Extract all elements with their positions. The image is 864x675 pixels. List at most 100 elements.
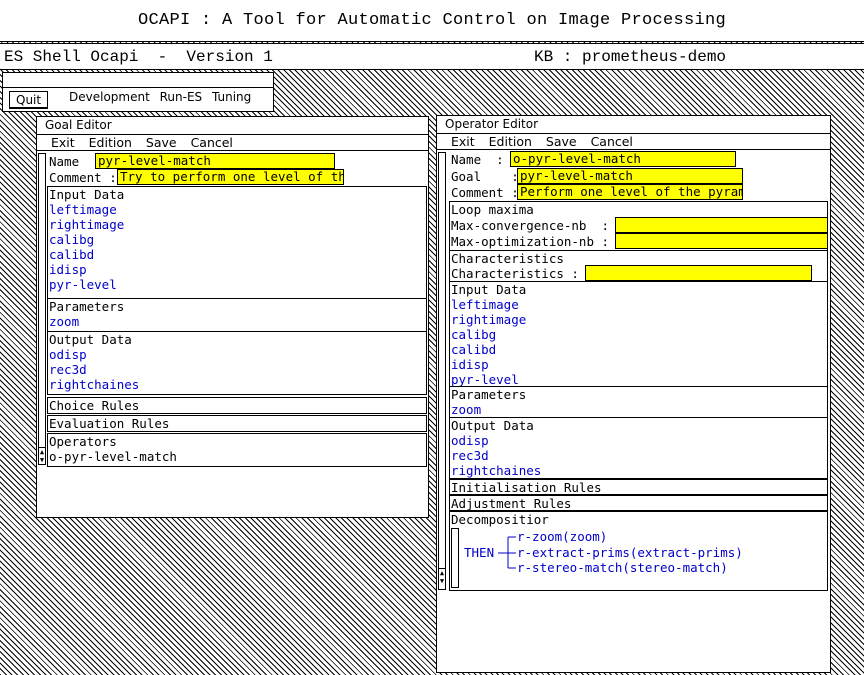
initialisation-rules-section[interactable]: Initialisation Rules <box>449 479 828 495</box>
list-item[interactable]: leftimage <box>48 202 426 217</box>
list-item[interactable]: calibg <box>48 232 426 247</box>
list-item[interactable]: pyr-level <box>450 372 827 387</box>
characteristics-field[interactable] <box>585 265 812 281</box>
list-item[interactable]: rightchaines <box>48 377 426 392</box>
main-menu: Development Run-ES Tuning <box>69 90 257 104</box>
goal-output-data-header: Output Data <box>49 332 132 347</box>
list-item[interactable]: leftimage <box>450 297 827 312</box>
operator-menu-edition[interactable]: Edition <box>489 134 532 149</box>
list-item[interactable]: calibg <box>450 327 827 342</box>
list-item[interactable]: rec3d <box>450 448 827 463</box>
operator-scroll-arrows[interactable]: ▲ ▼ <box>438 568 446 590</box>
list-item[interactable]: odisp <box>48 347 426 362</box>
operator-parameters-section: Parameters zoom <box>449 386 828 418</box>
list-item[interactable]: pyr-level <box>48 277 426 292</box>
goal-editor-menu: Exit Edition Save Cancel <box>37 134 428 151</box>
goal-choice-rules-section[interactable]: Choice Rules <box>47 397 427 414</box>
list-item[interactable]: zoom <box>48 314 426 329</box>
operator-input-data-section: Input Data leftimage rightimage calibg c… <box>449 281 828 387</box>
operator-goal-field[interactable]: pyr-level-match <box>517 168 743 184</box>
list-item[interactable]: rightimage <box>48 217 426 232</box>
goal-name-field[interactable]: pyr-level-match <box>95 153 335 169</box>
max-optimization-field[interactable] <box>615 233 828 249</box>
main-menu-bar: Quit Development Run-ES Tuning <box>2 87 274 112</box>
adjustment-rules-section[interactable]: Adjustment Rules <box>449 495 828 511</box>
operator-name-field[interactable]: o-pyr-level-match <box>510 151 736 167</box>
goal-editor-window: Goal Editor Exit Edition Save Cancel ▲ ▼… <box>36 116 429 518</box>
list-item[interactable]: o-pyr-level-match <box>48 449 426 464</box>
list-item[interactable]: odisp <box>450 433 827 448</box>
characteristics-header: Characteristics <box>451 251 564 266</box>
operator-goal-label: Goal : <box>451 169 519 184</box>
adjustment-rules-header: Adjustment Rules <box>451 496 572 511</box>
goal-input-data-section: Input Data leftimage rightimage calibg c… <box>47 186 427 299</box>
operator-menu-cancel[interactable]: Cancel <box>591 134 633 149</box>
shell-version-label: ES Shell Ocapi - Version 1 <box>4 48 273 66</box>
goal-evaluation-rules-header: Evaluation Rules <box>49 416 170 431</box>
scroll-up-icon[interactable]: ▲ <box>39 448 45 456</box>
goal-operators-header: Operators <box>49 434 117 449</box>
list-item[interactable]: idisp <box>450 357 827 372</box>
list-item[interactable]: calibd <box>48 247 426 262</box>
quit-button[interactable]: Quit <box>9 91 49 109</box>
characteristics-label: Characteristics : <box>451 266 579 281</box>
operator-output-data-header: Output Data <box>451 418 534 433</box>
initialisation-rules-header: Initialisation Rules <box>451 480 602 495</box>
app-title: OCAPI : A Tool for Automatic Control on … <box>137 11 727 30</box>
operator-parameters-header: Parameters <box>451 387 527 402</box>
operator-editor-scrollbar[interactable] <box>438 152 446 590</box>
goal-parameters-section: Parameters zoom <box>47 298 427 332</box>
menu-run-es[interactable]: Run-ES <box>160 90 203 104</box>
menu-development[interactable]: Development <box>69 90 150 104</box>
goal-menu-save[interactable]: Save <box>146 135 177 150</box>
goal-name-label: Name : <box>49 154 102 169</box>
goal-editor-title: Goal Editor <box>45 118 112 132</box>
characteristics-section: Characteristics Characteristics : <box>449 250 828 282</box>
max-convergence-label: Max-convergence-nb : <box>451 218 610 233</box>
message-bar <box>2 72 274 88</box>
max-optimization-label: Max-optimization-nb : <box>451 234 610 249</box>
kb-label: KB : prometheus-demo <box>534 48 727 66</box>
goal-choice-rules-header: Choice Rules <box>49 398 140 413</box>
operator-menu-save[interactable]: Save <box>546 134 577 149</box>
loop-maxima-section: Loop maxima Max-convergence-nb : Max-opt… <box>449 201 828 251</box>
operator-menu-exit[interactable]: Exit <box>451 134 475 149</box>
list-item[interactable]: calibd <box>450 342 827 357</box>
operator-name-label: Name : <box>451 152 504 167</box>
decomposition-branch[interactable]: r-zoom(zoom) <box>517 529 607 544</box>
list-item[interactable]: rightchaines <box>450 463 827 478</box>
menu-tuning[interactable]: Tuning <box>212 90 251 104</box>
list-item[interactable]: rightimage <box>450 312 827 327</box>
loop-maxima-header: Loop maxima <box>451 202 534 217</box>
scroll-down-icon[interactable]: ▼ <box>439 577 445 585</box>
goal-evaluation-rules-section[interactable]: Evaluation Rules <box>47 415 427 432</box>
operator-input-data-header: Input Data <box>451 282 527 297</box>
list-item[interactable]: zoom <box>450 402 827 417</box>
goal-menu-exit[interactable]: Exit <box>51 135 75 150</box>
operator-comment-field[interactable]: Perform one level of the pyram <box>517 184 743 200</box>
goal-menu-edition[interactable]: Edition <box>89 135 132 150</box>
list-item[interactable]: rec3d <box>48 362 426 377</box>
scroll-down-icon[interactable]: ▼ <box>39 456 45 464</box>
list-item[interactable]: idisp <box>48 262 426 277</box>
operator-editor-menu: Exit Edition Save Cancel <box>437 133 830 150</box>
goal-menu-cancel[interactable]: Cancel <box>191 135 233 150</box>
goal-input-data-header: Input Data <box>49 187 125 202</box>
shell-info-bar: ES Shell Ocapi - Version 1 KB : promethe… <box>0 43 864 70</box>
goal-comment-label: Comment : <box>49 170 117 185</box>
app-title-bar: OCAPI : A Tool for Automatic Control on … <box>0 0 864 42</box>
decomposition-branch[interactable]: r-stereo-match(stereo-match) <box>517 560 728 575</box>
goal-editor-scrollbar[interactable] <box>38 153 46 465</box>
decomposition-section: Decompositior THEN r-zoom(zoom) r-extrac… <box>449 511 828 591</box>
operator-comment-label: Comment : <box>451 185 519 200</box>
decomposition-branch[interactable]: r-extract-prims(extract-prims) <box>517 545 743 560</box>
max-convergence-field[interactable] <box>615 217 828 233</box>
operator-output-data-section: Output Data odisp rec3d rightchaines <box>449 417 828 479</box>
operator-editor-title: Operator Editor <box>445 117 539 131</box>
goal-output-data-section: Output Data odisp rec3d rightchaines <box>47 331 427 395</box>
goal-parameters-header: Parameters <box>49 299 125 314</box>
goal-scroll-arrows[interactable]: ▲ ▼ <box>38 447 46 465</box>
scroll-up-icon[interactable]: ▲ <box>439 569 445 577</box>
goal-comment-field[interactable]: Try to perform one level of th <box>117 169 344 185</box>
operator-editor-window: Operator Editor Exit Edition Save Cancel… <box>436 115 831 673</box>
